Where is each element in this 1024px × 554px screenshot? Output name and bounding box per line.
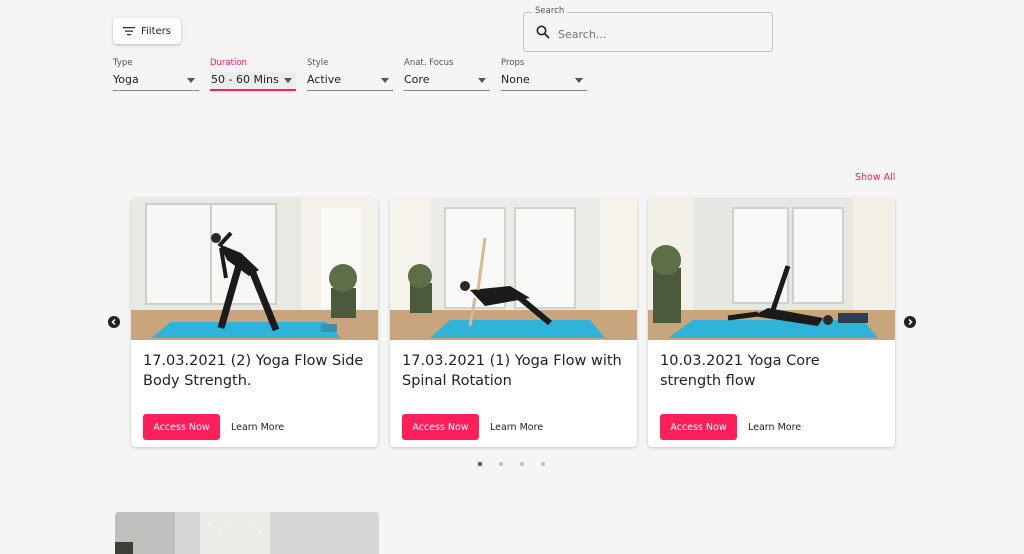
anat-focus-select[interactable]: Anat. Focus Core (404, 56, 490, 92)
anat-focus-select-label: Anat. Focus (404, 58, 454, 68)
class-title[interactable]: 17.03.2021 (1) Yoga Flow with Spinal Rot… (402, 351, 627, 391)
chevron-right-icon (908, 318, 913, 326)
class-thumbnail[interactable] (131, 198, 378, 340)
learn-more-link[interactable]: Learn More (231, 414, 284, 440)
class-title[interactable]: 17.03.2021 (2) Yoga Flow Side Body Stren… (143, 351, 368, 391)
learn-more-link[interactable]: Learn More (490, 414, 543, 440)
search-field[interactable]: Search (523, 6, 773, 52)
type-select-value: Yoga (113, 72, 199, 91)
duration-select-label: Duration (210, 58, 247, 68)
style-select-value: Active (307, 72, 393, 91)
dropdown-arrow-icon (381, 78, 389, 83)
carousel-next-button[interactable] (904, 316, 916, 328)
learn-more-link[interactable]: Learn More (748, 414, 801, 440)
chevron-left-icon (111, 318, 116, 326)
props-select-value: None (501, 72, 587, 91)
dropdown-arrow-icon (478, 78, 486, 83)
class-title[interactable]: 10.03.2021 Yoga Core strength flow (660, 351, 885, 391)
access-now-button[interactable]: Access Now (402, 414, 479, 440)
pagination-dot[interactable] (541, 462, 545, 466)
access-now-button[interactable]: Access Now (660, 414, 737, 440)
access-now-button[interactable]: Access Now (143, 414, 220, 440)
search-icon (536, 25, 550, 39)
filters-button[interactable]: Filters (113, 18, 181, 44)
props-select-label: Props (501, 58, 525, 68)
pagination-dot[interactable] (499, 462, 503, 466)
carousel-prev-button[interactable] (108, 316, 120, 328)
type-select-label: Type (113, 58, 133, 68)
class-thumbnail[interactable] (390, 198, 637, 340)
search-label: Search (532, 6, 568, 16)
style-select[interactable]: Style Active (307, 56, 393, 92)
search-input[interactable] (556, 23, 760, 45)
class-card: 17.03.2021 (1) Yoga Flow with Spinal Rot… (390, 198, 637, 447)
props-select[interactable]: Props None (501, 56, 587, 92)
filters-button-label: Filters (141, 25, 171, 37)
pagination-dot[interactable] (520, 462, 524, 466)
dropdown-arrow-icon (575, 78, 583, 83)
pagination-dot[interactable] (478, 462, 482, 466)
page: Filters Search Type Yoga Duration 50 - 6… (0, 0, 1024, 554)
duration-select[interactable]: Duration 50 - 60 Mins (210, 56, 296, 92)
style-select-label: Style (307, 58, 329, 68)
duration-select-value: 50 - 60 Mins (210, 72, 296, 91)
class-card: 10.03.2021 Yoga Core strength flow Acces… (648, 198, 895, 447)
type-select[interactable]: Type Yoga (113, 56, 199, 92)
next-row-card-thumbnail[interactable] (115, 512, 379, 554)
class-thumbnail (115, 512, 379, 554)
class-card: 17.03.2021 (2) Yoga Flow Side Body Stren… (131, 198, 378, 447)
dropdown-arrow-icon (284, 78, 292, 83)
dropdown-arrow-icon (187, 78, 195, 83)
anat-focus-select-value: Core (404, 72, 490, 91)
carousel-pagination (478, 462, 545, 466)
filter-list-icon (123, 27, 135, 36)
class-thumbnail[interactable] (648, 198, 895, 340)
show-all-link[interactable]: Show All (855, 172, 895, 183)
